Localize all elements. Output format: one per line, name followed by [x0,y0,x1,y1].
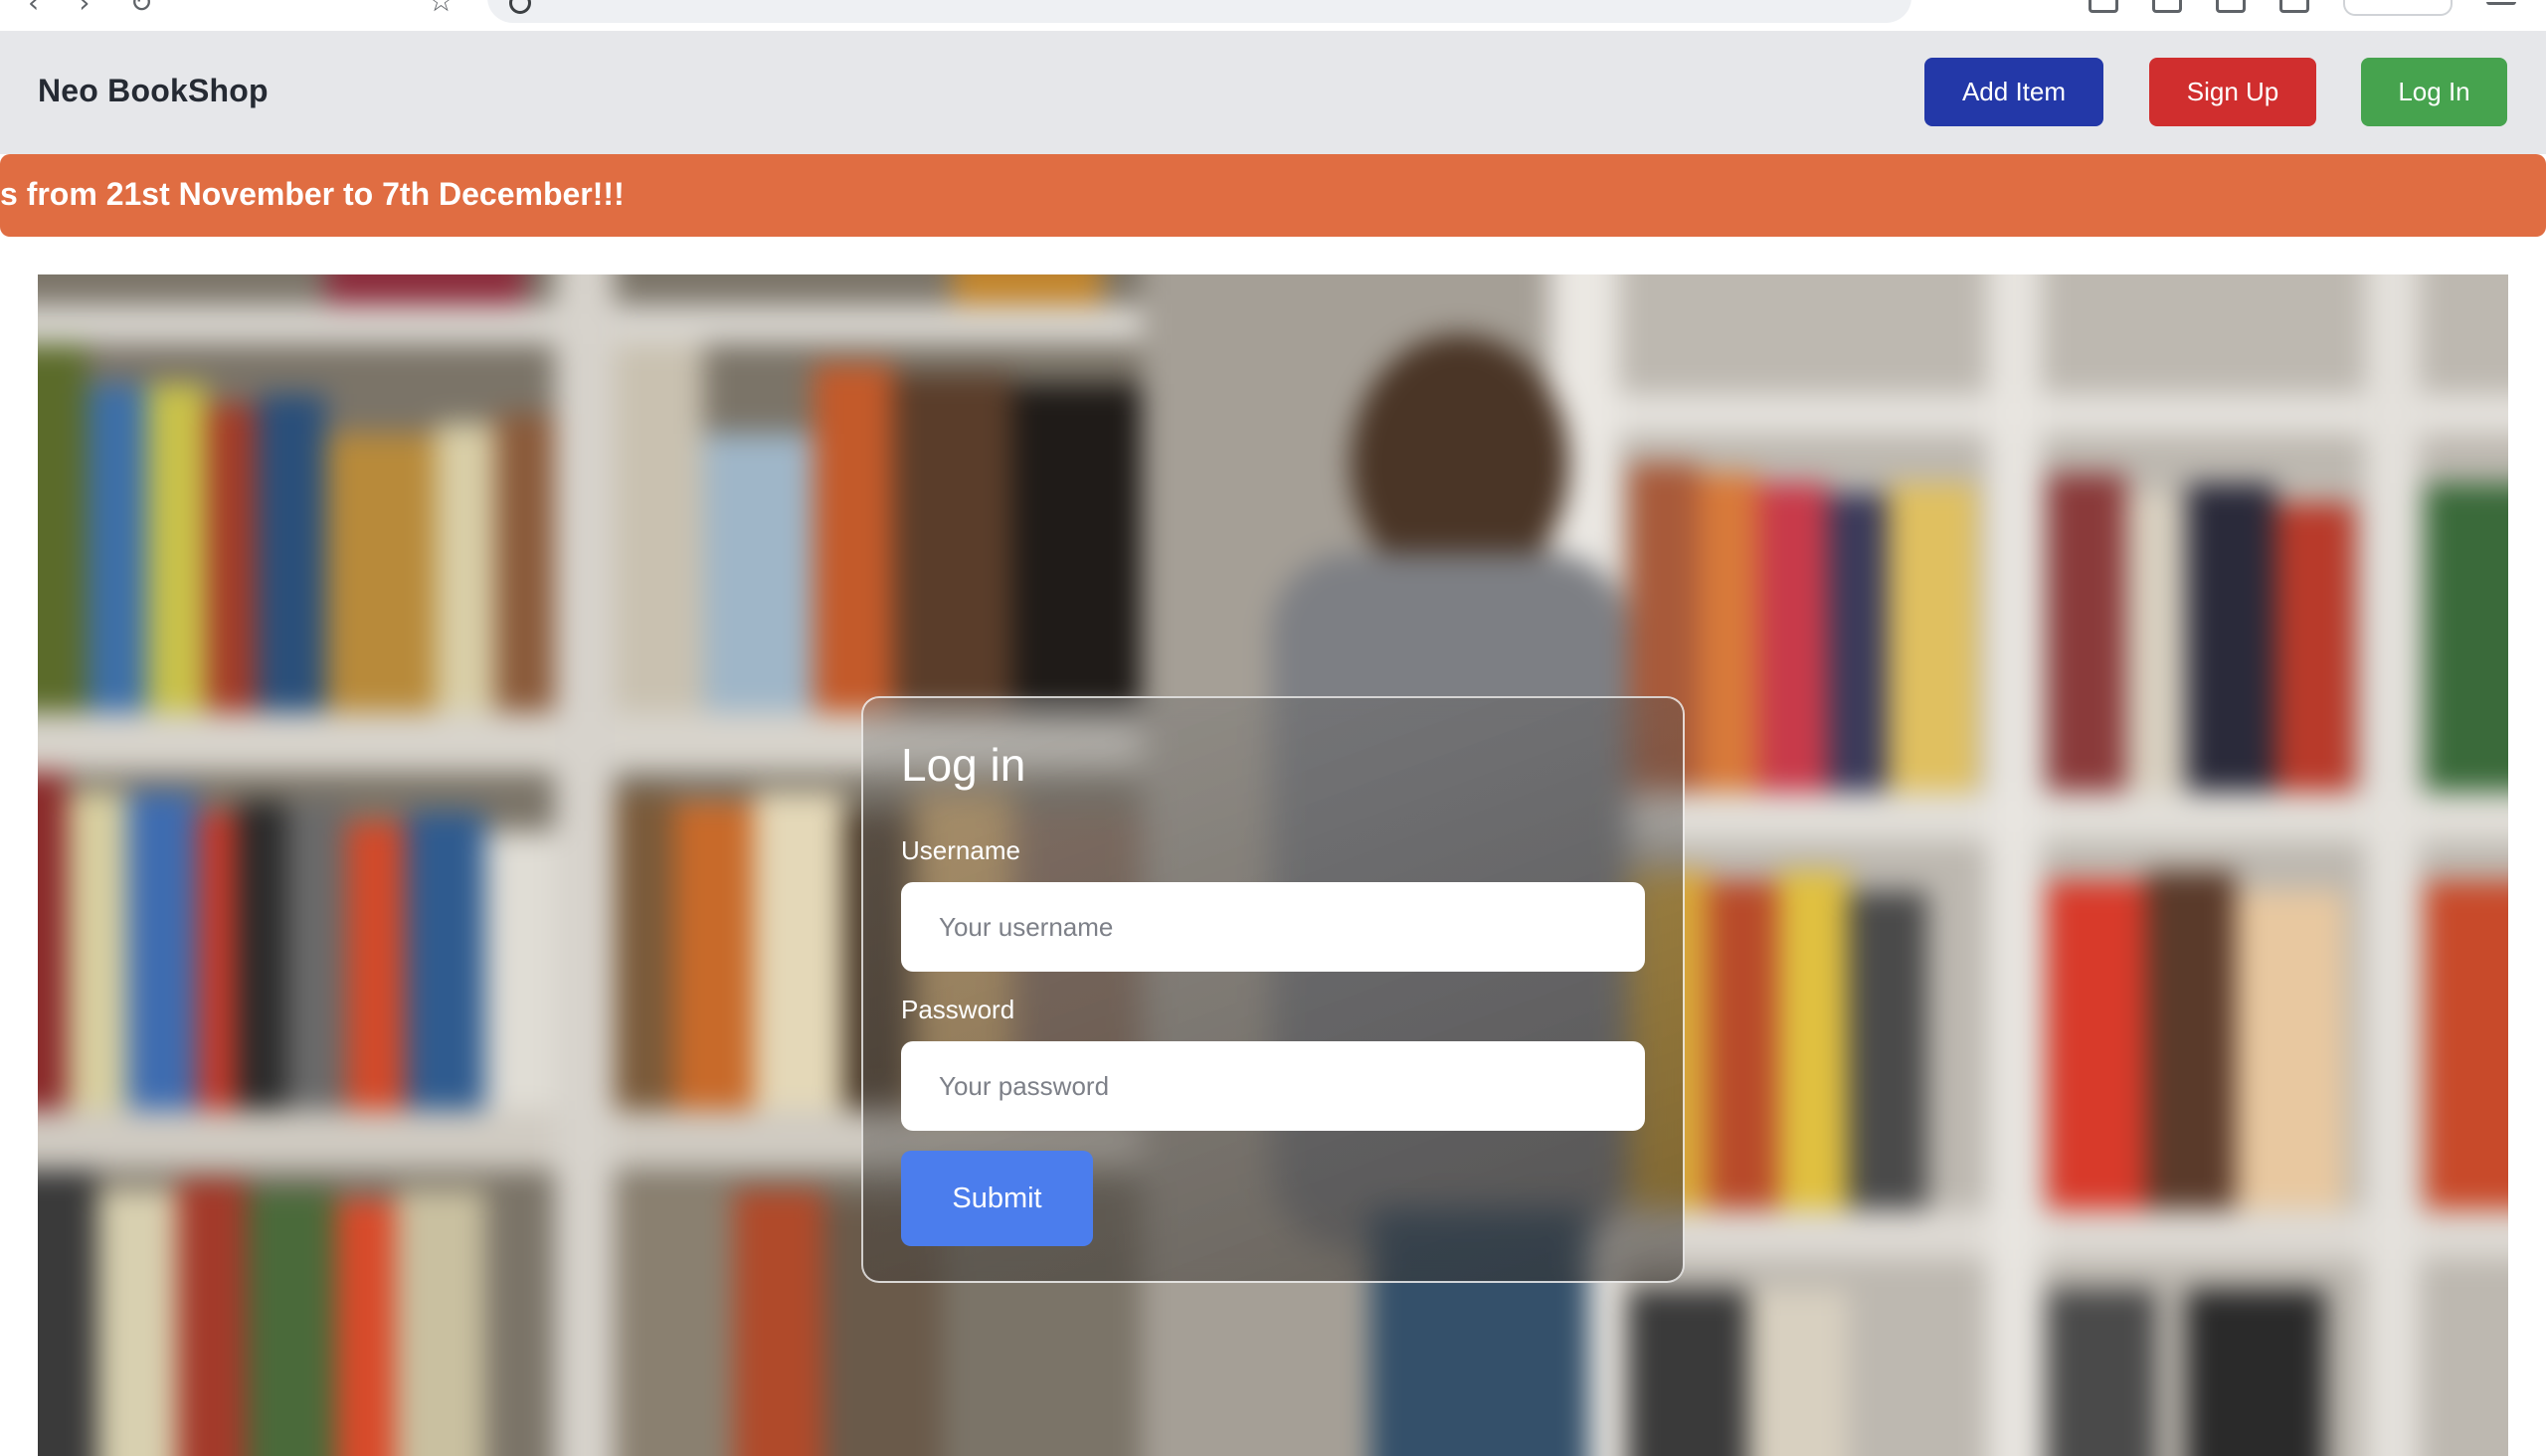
browser-toolbar: ‹ › ↻ ☆ [0,0,2546,31]
address-bar[interactable] [487,0,1911,23]
menu-icon[interactable] [2486,1,2516,5]
profile-button[interactable] [2343,0,2453,16]
site-navbar: Neo BookShop Add Item Sign Up Log In [0,31,2546,154]
username-input[interactable] [901,882,1645,972]
announcement-text: s from 21st November to 7th December!!! [0,176,625,212]
reload-icon[interactable]: ↻ [129,0,152,19]
brand-logo-text[interactable]: Neo BookShop [38,73,269,109]
browser-nav-buttons: ‹ › ↻ [28,0,153,19]
login-card: Log in Username Password Submit [861,696,1685,1283]
vpn-icon[interactable] [2279,0,2309,13]
sign-up-button[interactable]: Sign Up [2149,58,2316,126]
forward-icon[interactable]: › [79,0,90,19]
wallet-icon[interactable] [2216,0,2246,13]
username-label: Username [901,835,1020,865]
extension-puzzle-icon[interactable] [2089,0,2118,13]
submit-button[interactable]: Submit [901,1151,1093,1246]
site-info-icon[interactable] [509,0,531,14]
announcement-banner: s from 21st November to 7th December!!! [0,154,2546,237]
browser-extensions [2089,0,2516,16]
sidebar-icon[interactable] [2152,0,2182,13]
bookmark-star-icon[interactable]: ☆ [428,0,455,19]
login-title: Log in [901,739,1026,791]
add-item-button[interactable]: Add Item [1924,58,2103,126]
back-icon[interactable]: ‹ [28,0,39,19]
log-in-button[interactable]: Log In [2361,58,2507,126]
password-label: Password [901,995,1015,1024]
password-input[interactable] [901,1041,1645,1131]
